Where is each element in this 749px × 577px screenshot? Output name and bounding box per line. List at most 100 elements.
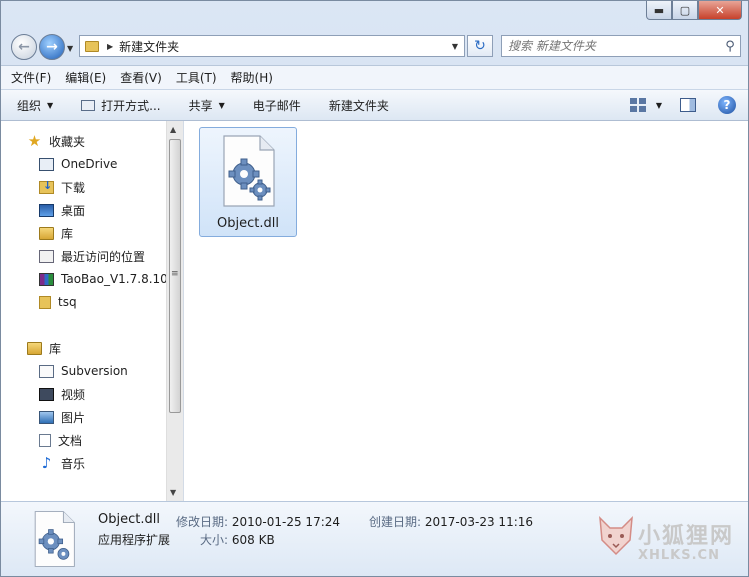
nav-item-label: Subversion [61,364,128,378]
preview-pane-icon[interactable] [680,98,696,112]
organize-label: 组织 [17,98,42,113]
refresh-icon: ↻ [474,38,486,54]
nav-item-desktop[interactable]: 桌面 [39,200,85,220]
nav-item-subversion[interactable]: Subversion [39,361,128,381]
library-icon [27,341,42,355]
nav-item-downloads[interactable]: 下载 [39,177,85,197]
close-button[interactable]: ✕ [698,1,742,20]
new-folder-label: 新建文件夹 [328,98,389,113]
title-bar: ▬ ▢ ✕ [1,1,748,27]
menu-edit[interactable]: 编辑(E) [65,69,106,86]
scroll-up-arrow-icon[interactable]: ▲ [170,125,176,134]
organize-button[interactable]: 组织 ▼ [17,97,53,114]
file-list-area[interactable]: Object.dll [184,121,748,501]
search-icon[interactable]: ⚲ [720,39,740,54]
watermark-text-cn: 小狐狸网 [638,524,735,549]
folder-icon [39,295,51,309]
address-history-dropdown[interactable]: ▼ [452,42,458,51]
winrar-archive-icon [39,272,54,286]
details-pane: Object.dll 应用程序扩展 修改日期: 2010-01-25 17:24… [1,501,748,576]
menu-help[interactable]: 帮助(H) [231,69,273,86]
recent-places-icon [39,249,54,263]
nav-item-music[interactable]: ♪ 音乐 [39,453,85,473]
nav-item-label: 最近访问的位置 [61,249,146,264]
chevron-down-icon: ▼ [47,100,54,110]
view-options-dropdown[interactable]: ▼ [656,101,662,110]
forward-button[interactable]: → [39,34,65,60]
share-label: 共享 [188,98,213,113]
details-created-value: 2017-03-23 11:16 [424,515,534,529]
arrow-right-icon: → [46,39,58,55]
nav-item-tsq[interactable]: tsq [39,292,77,312]
download-folder-icon [39,179,54,194]
scrollbar-grip-icon: ≡ [171,269,179,279]
video-icon [39,387,54,401]
change-view-icon[interactable] [629,98,646,112]
chevron-right-icon[interactable]: ▶ [107,42,113,51]
minimize-button[interactable]: ▬ [646,1,672,20]
nav-item-libraries-shortcut[interactable]: 库 [39,223,73,243]
new-folder-button[interactable]: 新建文件夹 [329,97,389,114]
address-bar[interactable]: ▶ 新建文件夹 ▼ [79,35,465,57]
maximize-button[interactable]: ▢ [672,1,698,20]
nav-item-label: 视频 [61,387,86,402]
dll-file-icon [223,135,275,207]
breadcrumb-current-folder[interactable]: 新建文件夹 [119,38,452,55]
nav-item-label: 下载 [61,180,86,195]
toolbar-right: ▼ ? [629,96,736,114]
refresh-button[interactable]: ↻ [467,35,493,57]
file-item-object-dll[interactable]: Object.dll [199,127,297,237]
dll-file-icon [34,511,75,567]
nav-item-documents[interactable]: 文档 [39,430,82,450]
nav-item-onedrive[interactable]: OneDrive [39,154,117,174]
nav-favorites-label: 收藏夹 [49,134,86,149]
menu-file[interactable]: 文件(F) [11,69,51,86]
document-icon [39,433,51,447]
email-label: 电子邮件 [252,98,301,113]
menu-tools[interactable]: 工具(T) [176,69,217,86]
nav-pane-scrollbar[interactable]: ▲ ≡ ▼ [166,121,183,501]
menu-bar: 文件(F) 编辑(E) 查看(V) 工具(T) 帮助(H) [1,65,748,89]
details-size-value: 608 KB [231,533,275,547]
nav-item-label: 图片 [61,410,86,425]
search-input[interactable] [502,39,720,53]
scroll-down-arrow-icon[interactable]: ▼ [170,488,176,497]
nav-item-taobao[interactable]: TaoBao_V1.7.8.10_ [39,269,166,289]
open-with-icon [81,99,96,111]
nav-item-label: 库 [61,226,74,241]
watermark-text-en: XHLKS.CN [638,548,720,563]
nav-libraries[interactable]: 库 [27,338,61,358]
details-modified-label: 修改日期: [176,515,229,529]
email-button[interactable]: 电子邮件 [253,97,301,114]
nav-libraries-label: 库 [49,341,62,356]
help-icon[interactable]: ? [718,96,736,114]
onedrive-icon [39,157,54,171]
details-created: 创建日期: 2017-03-23 11:16 [369,513,533,530]
nav-item-label: 桌面 [61,203,86,218]
music-note-icon: ♪ [41,453,52,472]
open-with-button[interactable]: 打开方式... [81,97,161,114]
picture-icon [39,410,54,424]
navigation-pane: ★ 收藏夹 OneDrive 下载 桌面 库 最近访问的位置 TaoBao_V1… [1,121,166,501]
star-icon: ★ [27,131,42,150]
address-row: ← → ▼ ▶ 新建文件夹 ▼ ↻ ⚲ [1,27,748,65]
details-file-type: 应用程序扩展 [98,533,171,547]
recent-pages-dropdown[interactable]: ▼ [67,44,73,53]
nav-item-pictures[interactable]: 图片 [39,407,85,427]
details-created-label: 创建日期: [369,515,422,529]
back-button[interactable]: ← [11,34,37,60]
nav-item-label: 文档 [58,433,83,448]
share-button[interactable]: 共享 ▼ [189,97,225,114]
nav-item-recent-places[interactable]: 最近访问的位置 [39,246,145,266]
menu-view[interactable]: 查看(V) [120,69,162,86]
file-name-label: Object.dll [217,216,279,231]
subversion-library-icon [39,364,54,378]
nav-favorites[interactable]: ★ 收藏夹 [27,131,85,151]
site-watermark: 小狐狸网 XHLKS.CN [594,504,744,574]
details-file-name: Object.dll [98,512,160,527]
open-with-label: 打开方式... [101,98,161,113]
nav-item-videos[interactable]: 视频 [39,384,85,404]
nav-item-label: tsq [58,295,77,309]
details-modified-value: 2010-01-25 17:24 [231,515,341,529]
desktop-icon [39,203,54,217]
